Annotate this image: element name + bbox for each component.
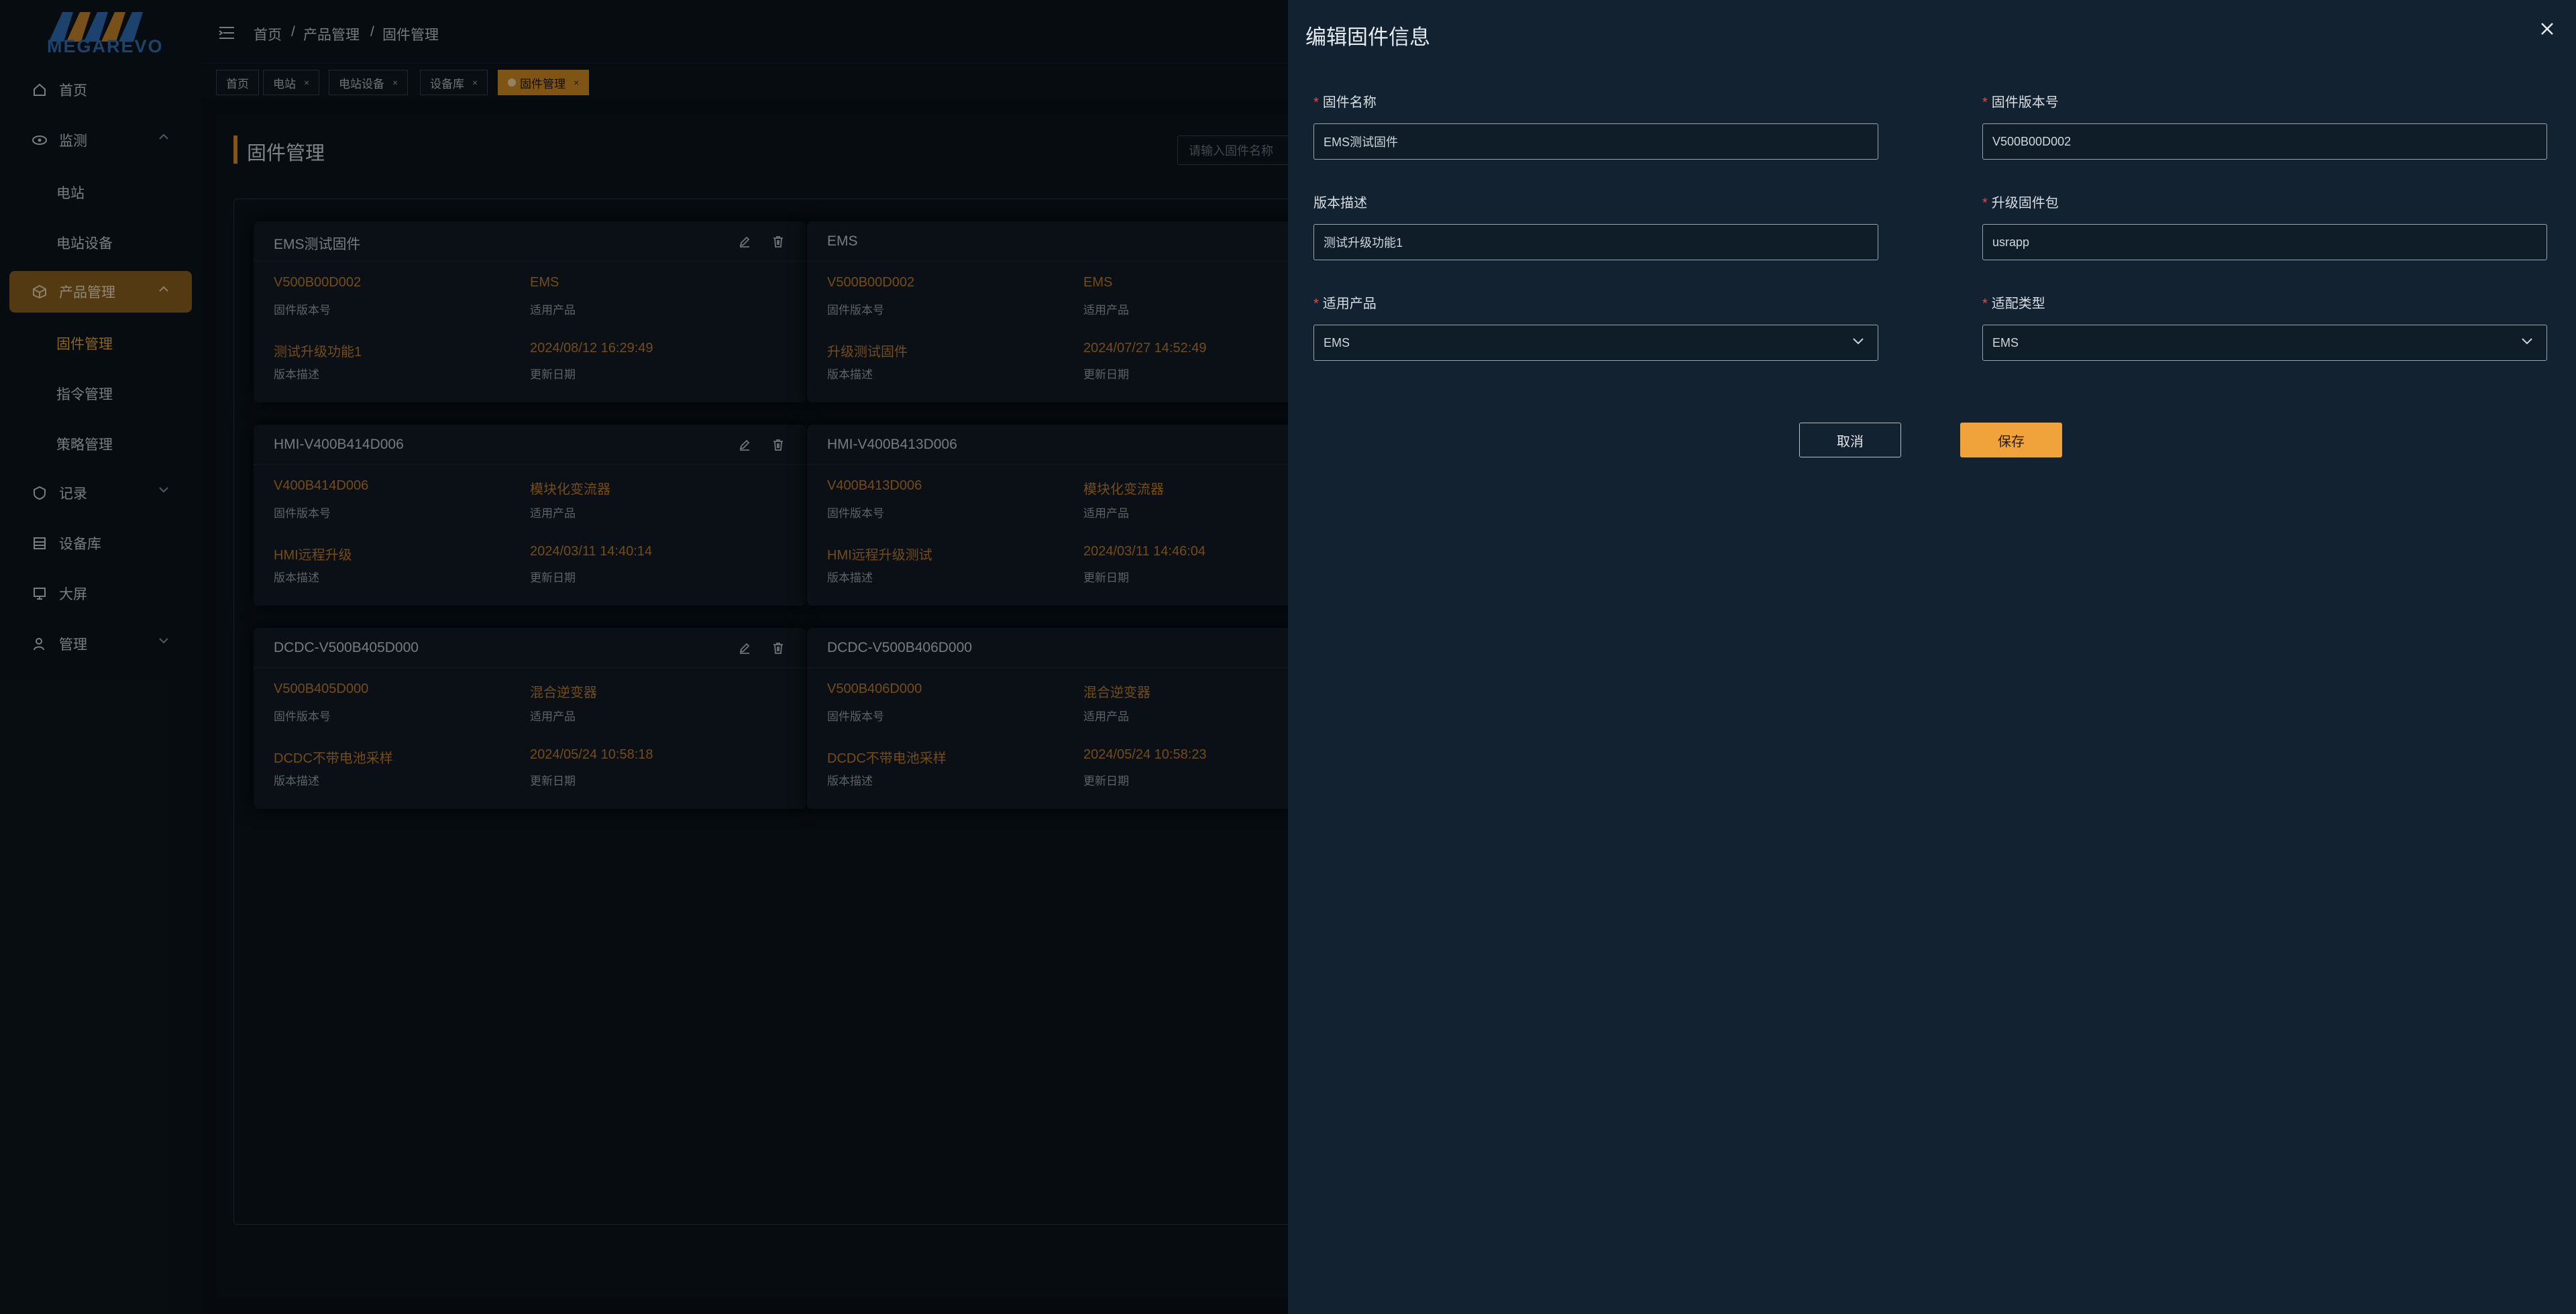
label-text: 固件版本号: [1991, 95, 2059, 110]
product-select[interactable]: EMS: [1313, 325, 1878, 361]
label-text: 升级固件包: [1991, 196, 2059, 211]
close-icon[interactable]: [2540, 21, 2555, 36]
label-text: 适用产品: [1322, 296, 1377, 311]
label-version-desc: 版本描述: [1313, 196, 1367, 211]
version-desc-input[interactable]: 测试升级功能1: [1313, 224, 1878, 260]
label-adapt-type: * 适配类型: [1982, 292, 2045, 312]
edit-firmware-drawer: 编辑固件信息: [1288, 0, 2576, 1314]
upgrade-package-input[interactable]: usrapp: [1982, 224, 2547, 260]
cancel-button[interactable]: 取消: [1799, 423, 1901, 457]
adapt-type-select-value: EMS: [1992, 335, 2019, 349]
chevron-down-icon: [1853, 338, 1864, 345]
label-text: 固件名称: [1322, 95, 1377, 110]
drawer-title: 编辑固件信息: [1305, 25, 1430, 49]
firmware-version-input[interactable]: V500B00D002: [1982, 123, 2547, 160]
save-button[interactable]: 保存: [1960, 423, 2062, 457]
label-upgrade-package: * 升级固件包: [1982, 192, 2059, 211]
label-text: 适配类型: [1991, 296, 2045, 311]
chevron-down-icon: [2522, 338, 2532, 345]
required-mark: *: [1982, 296, 1988, 311]
label-product: * 适用产品: [1313, 292, 1377, 312]
required-mark: *: [1313, 95, 1319, 110]
firmware-name-input[interactable]: EMS测试固件: [1313, 123, 1878, 160]
modal-overlay[interactable]: [0, 0, 1288, 1314]
required-mark: *: [1982, 196, 1988, 211]
label-firmware-version: * 固件版本号: [1982, 91, 2059, 111]
required-mark: *: [1313, 296, 1319, 311]
required-mark: *: [1982, 95, 1988, 110]
label-firmware-name: * 固件名称: [1313, 91, 1377, 111]
adapt-type-select[interactable]: EMS: [1982, 325, 2547, 361]
product-select-value: EMS: [1324, 335, 1350, 349]
